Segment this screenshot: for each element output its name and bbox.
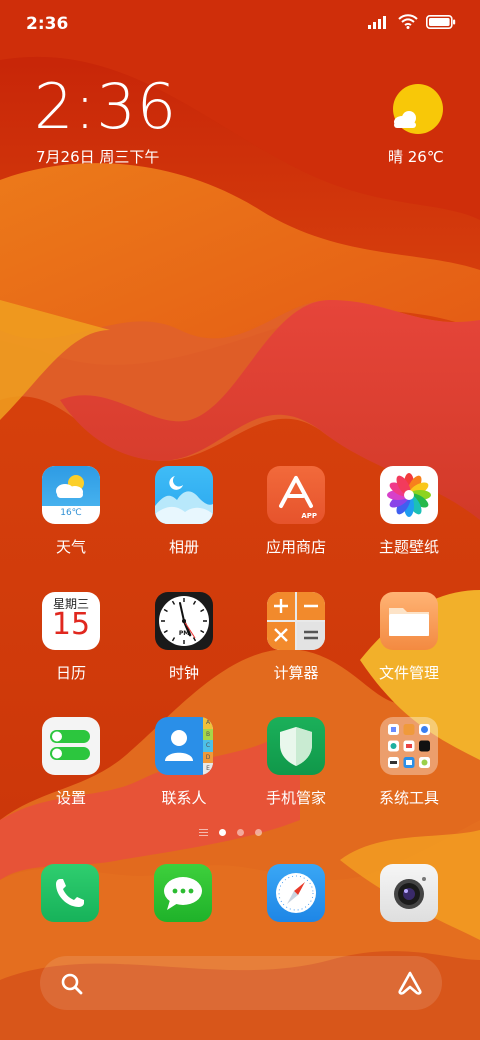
app-label: 设置 (55, 789, 86, 807)
app-store-badge: APP (301, 512, 317, 520)
clock-widget-date: 7月26日 周三下午 (36, 148, 160, 166)
app-gallery[interactable]: 相册 (134, 466, 234, 557)
phone-icon (41, 864, 99, 922)
wifi-icon (398, 14, 418, 29)
sun-cloud-icon[interactable] (390, 84, 444, 138)
app-system-tools-folder[interactable]: 系统工具 (359, 717, 459, 808)
search-bar[interactable] (40, 956, 442, 1010)
weather-app-icon: 16℃ (42, 466, 100, 524)
app-calendar[interactable]: 星期三 15 日历 (21, 592, 121, 683)
app-label: 系统工具 (378, 789, 439, 807)
app-security[interactable]: 手机管家 (246, 717, 346, 808)
security-icon (267, 717, 325, 775)
app-label: 手机管家 (265, 789, 326, 807)
assistant-icon[interactable] (396, 970, 424, 996)
search-icon[interactable] (60, 972, 84, 996)
status-icons (368, 14, 456, 29)
tools-folder-icon (380, 717, 438, 775)
app-store[interactable]: APP 应用商店 (246, 466, 346, 557)
messages-icon (154, 864, 212, 922)
status-time: 2:36 (26, 14, 69, 34)
browser-icon (267, 864, 325, 922)
app-label: 应用商店 (265, 538, 326, 556)
app-label: 相册 (168, 538, 199, 556)
contacts-tab: A (203, 717, 213, 729)
page-dot[interactable] (255, 829, 262, 836)
contacts-icon: A B C D E (155, 717, 213, 775)
calendar-day: 15 (51, 607, 91, 642)
clock-ampm: PM (178, 630, 190, 637)
app-file-manager[interactable]: 文件管理 (359, 592, 459, 683)
page-indicator[interactable] (199, 829, 262, 836)
dock-camera[interactable] (380, 864, 438, 922)
app-weather[interactable]: 16℃ 天气 (21, 466, 121, 557)
app-label: 时钟 (168, 664, 199, 682)
weather-summary: 晴 26℃ (388, 148, 444, 166)
app-label: 计算器 (273, 664, 319, 682)
app-contacts[interactable]: A B C D E 联系人 (134, 717, 234, 808)
app-label: 主题壁纸 (378, 538, 439, 556)
contacts-tab: B (203, 728, 213, 741)
page-list-icon[interactable] (199, 829, 208, 836)
app-store-icon: APP (267, 466, 325, 524)
page-dot-active[interactable] (219, 829, 226, 836)
app-settings[interactable]: 设置 (21, 717, 121, 808)
contacts-tab: E (203, 763, 213, 775)
app-themes[interactable]: 主题壁纸 (359, 466, 459, 557)
settings-icon (42, 717, 100, 775)
app-label: 天气 (55, 538, 86, 556)
calculator-icon (267, 592, 325, 650)
dock-messages[interactable] (154, 864, 212, 922)
app-label: 日历 (55, 664, 86, 682)
contacts-index-tabs: A B C D E (203, 717, 213, 775)
gallery-icon (155, 466, 213, 524)
app-clock[interactable]: PM 时钟 (134, 592, 234, 683)
clock-widget-time[interactable]: 2:36 (34, 76, 177, 138)
folder-icon (380, 592, 438, 650)
dock-browser[interactable] (267, 864, 325, 922)
page-dot[interactable] (237, 829, 244, 836)
themes-icon (380, 466, 438, 524)
contacts-tab: D (203, 751, 213, 764)
contacts-tab: C (203, 740, 213, 752)
app-label: 文件管理 (378, 664, 439, 682)
clock-icon: PM (155, 592, 213, 650)
signal-icon (368, 15, 386, 29)
battery-icon (426, 14, 456, 29)
camera-icon (380, 864, 438, 922)
status-bar: 2:36 (0, 0, 480, 50)
dock-phone[interactable] (41, 864, 99, 922)
app-calculator[interactable]: 计算器 (246, 592, 346, 683)
calendar-icon: 星期三 15 (42, 592, 100, 650)
app-label: 联系人 (161, 789, 207, 807)
weather-app-badge: 16℃ (60, 508, 82, 518)
